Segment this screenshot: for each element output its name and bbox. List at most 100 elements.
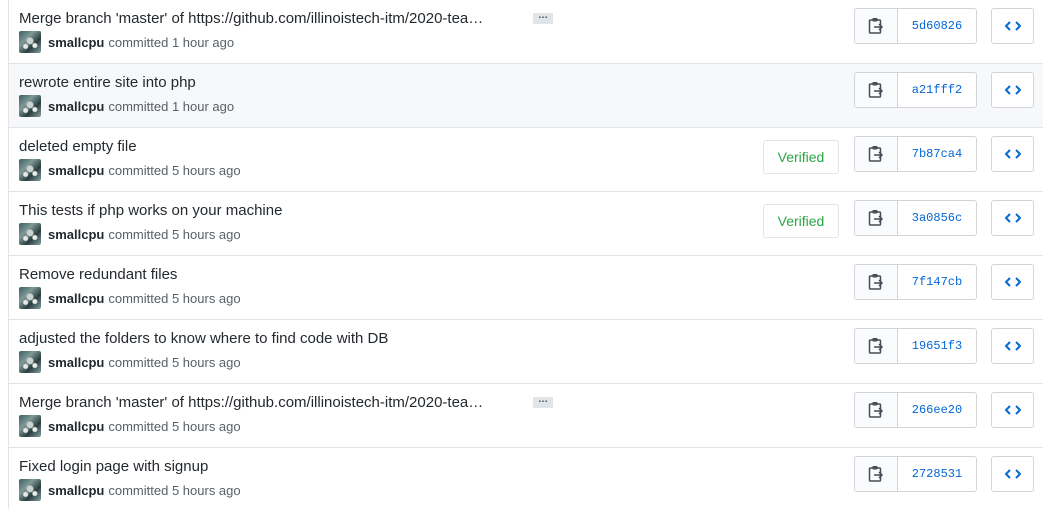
commit-sha-link[interactable]: 266ee20	[898, 393, 976, 427]
copy-sha-button[interactable]	[855, 201, 898, 235]
author-link[interactable]: smallcpu	[48, 227, 104, 242]
code-icon	[1004, 149, 1021, 159]
expand-message-button[interactable]: …	[533, 395, 553, 408]
code-icon	[1004, 405, 1021, 415]
commit-meta: smallcpu committed 5 hours ago	[19, 223, 241, 245]
commit-row: This tests if php works on your machine …	[9, 192, 1043, 256]
commit-meta: smallcpu committed 5 hours ago	[19, 479, 241, 501]
browse-repo-button[interactable]	[991, 392, 1034, 428]
commit-title[interactable]: Fixed login page with signup	[19, 458, 208, 475]
code-icon	[1004, 469, 1021, 479]
author-link[interactable]: smallcpu	[48, 291, 104, 306]
commit-meta: smallcpu committed 5 hours ago	[19, 287, 241, 309]
author-link[interactable]: smallcpu	[48, 99, 104, 114]
commit-row: rewrote entire site into php smallcpu co…	[9, 64, 1043, 128]
commit-meta: smallcpu committed 5 hours ago	[19, 159, 241, 181]
author-link[interactable]: smallcpu	[48, 355, 104, 370]
copy-sha-button[interactable]	[855, 457, 898, 491]
commit-row: Merge branch 'master' of https://github.…	[9, 0, 1043, 64]
sha-button-group: 2728531	[854, 456, 977, 492]
commit-row: Fixed login page with signup smallcpu co…	[9, 448, 1043, 511]
clippy-icon	[868, 82, 884, 98]
commit-title[interactable]: Remove redundant files	[19, 266, 177, 283]
sha-button-group: 7f147cb	[854, 264, 977, 300]
code-icon	[1004, 213, 1021, 223]
commit-action: committed	[108, 418, 169, 434]
author-link[interactable]: smallcpu	[48, 419, 104, 434]
commit-sha-link[interactable]: 2728531	[898, 457, 976, 491]
commit-meta: smallcpu committed 5 hours ago	[19, 415, 241, 437]
clippy-icon	[868, 210, 884, 226]
commit-title[interactable]: rewrote entire site into php	[19, 74, 196, 91]
commit-row: Merge branch 'master' of https://github.…	[9, 384, 1043, 448]
verified-badge[interactable]: Verified	[763, 140, 839, 174]
commit-sha-link[interactable]: 5d60826	[898, 9, 976, 43]
commit-sha-link[interactable]: 7f147cb	[898, 265, 976, 299]
commit-time: 5 hours ago	[171, 290, 241, 306]
verified-badge[interactable]: Verified	[763, 204, 839, 238]
commit-sha-link[interactable]: 7b87ca4	[898, 137, 976, 171]
commit-title[interactable]: adjusted the folders to know where to fi…	[19, 330, 388, 347]
sha-button-group: 19651f3	[854, 328, 977, 364]
clippy-icon	[868, 402, 884, 418]
copy-sha-button[interactable]	[855, 265, 898, 299]
sha-button-group: 7b87ca4	[854, 136, 977, 172]
commit-list: Merge branch 'master' of https://github.…	[8, 0, 1043, 511]
sha-button-group: 266ee20	[854, 392, 977, 428]
commit-title[interactable]: Merge branch 'master' of https://github.…	[19, 10, 483, 27]
clippy-icon	[868, 338, 884, 354]
commit-action: committed	[108, 34, 169, 50]
commit-action: committed	[108, 482, 169, 498]
avatar[interactable]	[19, 223, 41, 245]
clippy-icon	[868, 466, 884, 482]
copy-sha-button[interactable]	[855, 393, 898, 427]
browse-repo-button[interactable]	[991, 136, 1034, 172]
browse-repo-button[interactable]	[991, 328, 1034, 364]
commit-row: adjusted the folders to know where to fi…	[9, 320, 1043, 384]
browse-repo-button[interactable]	[991, 264, 1034, 300]
author-link[interactable]: smallcpu	[48, 163, 104, 178]
commit-action: committed	[108, 226, 169, 242]
commit-time: 5 hours ago	[171, 354, 241, 370]
sha-button-group: 5d60826	[854, 8, 977, 44]
commit-sha-link[interactable]: 19651f3	[898, 329, 976, 363]
browse-repo-button[interactable]	[991, 8, 1034, 44]
clippy-icon	[868, 274, 884, 290]
commit-title[interactable]: deleted empty file	[19, 138, 137, 155]
commit-title[interactable]: Merge branch 'master' of https://github.…	[19, 394, 483, 411]
clippy-icon	[868, 146, 884, 162]
browse-repo-button[interactable]	[991, 72, 1034, 108]
commit-sha-link[interactable]: 3a0856c	[898, 201, 976, 235]
copy-sha-button[interactable]	[855, 9, 898, 43]
code-icon	[1004, 277, 1021, 287]
commit-time: 1 hour ago	[171, 34, 235, 50]
avatar[interactable]	[19, 159, 41, 181]
avatar[interactable]	[19, 95, 41, 117]
browse-repo-button[interactable]	[991, 456, 1034, 492]
commit-action: committed	[108, 162, 169, 178]
avatar[interactable]	[19, 351, 41, 373]
author-link[interactable]: smallcpu	[48, 35, 104, 50]
avatar[interactable]	[19, 415, 41, 437]
commit-action: committed	[108, 354, 169, 370]
author-link[interactable]: smallcpu	[48, 483, 104, 498]
commit-sha-link[interactable]: a21fff2	[898, 73, 976, 107]
copy-sha-button[interactable]	[855, 137, 898, 171]
code-icon	[1004, 21, 1021, 31]
code-icon	[1004, 85, 1021, 95]
avatar[interactable]	[19, 287, 41, 309]
avatar[interactable]	[19, 479, 41, 501]
sha-button-group: a21fff2	[854, 72, 977, 108]
sha-button-group: 3a0856c	[854, 200, 977, 236]
browse-repo-button[interactable]	[991, 200, 1034, 236]
commit-title[interactable]: This tests if php works on your machine	[19, 202, 282, 219]
commit-meta: smallcpu committed 1 hour ago	[19, 95, 234, 117]
copy-sha-button[interactable]	[855, 329, 898, 363]
commit-action: committed	[108, 290, 169, 306]
avatar[interactable]	[19, 31, 41, 53]
commit-meta: smallcpu committed 1 hour ago	[19, 31, 234, 53]
commit-time: 5 hours ago	[171, 226, 241, 242]
commit-meta: smallcpu committed 5 hours ago	[19, 351, 241, 373]
copy-sha-button[interactable]	[855, 73, 898, 107]
expand-message-button[interactable]: …	[533, 11, 553, 24]
